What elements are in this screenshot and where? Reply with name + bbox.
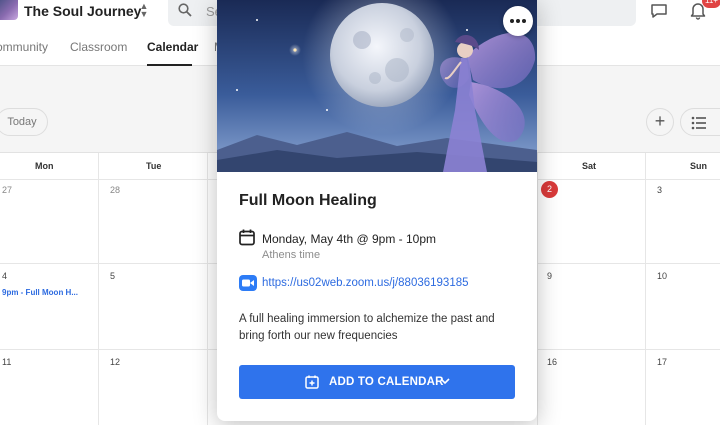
notification-badge: 11+ (702, 0, 720, 8)
day-cell-number[interactable]: 4 (2, 271, 7, 281)
day-header-mon: Mon (35, 161, 54, 171)
day-header-sun: Sun (690, 161, 707, 171)
grid-line (98, 153, 99, 425)
day-cell-number[interactable]: 17 (657, 357, 667, 367)
event-description: A full healing immersion to alchemize th… (239, 313, 495, 342)
list-view-button[interactable] (680, 108, 720, 136)
more-dots-icon (522, 19, 526, 23)
day-header-sat: Sat (582, 161, 597, 171)
tab-community[interactable]: ommunity (0, 40, 48, 54)
chevron-up-down-icon[interactable]: ▲ ▼ (138, 2, 150, 20)
day-cell-number[interactable]: 11 (2, 357, 11, 367)
calendar-event-chip[interactable]: 9pm - Full Moon H... (2, 288, 78, 297)
tab-calendar[interactable]: Calendar (147, 40, 198, 54)
day-cell-number[interactable]: 27 (2, 185, 12, 195)
tab-classroom[interactable]: Classroom (70, 40, 127, 54)
calendar-icon (239, 229, 255, 246)
add-to-calendar-label: ADD TO CALENDAR (329, 376, 444, 388)
day-header-tue: Tue (146, 161, 162, 171)
community-logo[interactable] (0, 0, 18, 20)
add-to-calendar-button[interactable]: ADD TO CALENDAR (239, 365, 515, 399)
chevron-down-icon[interactable] (440, 377, 450, 385)
zoom-video-icon (239, 275, 257, 291)
plus-icon: + (654, 111, 666, 131)
more-dots-icon (516, 19, 520, 23)
day-cell-number[interactable]: 12 (110, 357, 120, 367)
event-cover-image (217, 0, 537, 172)
list-icon (691, 116, 706, 130)
chat-icon[interactable] (650, 3, 668, 19)
today-badge[interactable]: 2 (541, 181, 558, 198)
more-dots-icon (510, 19, 514, 23)
meeting-link[interactable]: https://us02web.zoom.us/j/88036193185 (262, 277, 469, 289)
event-detail-modal: Full Moon Healing Monday, May 4th @ 9pm … (217, 0, 537, 421)
grid-line (645, 153, 646, 425)
calendar-plus-icon (305, 375, 319, 389)
day-cell-number[interactable]: 16 (547, 357, 557, 367)
event-timezone: Athens time (262, 249, 321, 261)
grid-line (537, 153, 538, 425)
day-cell-number[interactable]: 5 (110, 271, 115, 281)
active-tab-indicator (147, 64, 192, 66)
day-cell-number[interactable]: 3 (657, 185, 662, 195)
day-cell-number[interactable]: 9 (547, 271, 552, 281)
search-icon (178, 3, 192, 17)
community-title[interactable]: The Soul Journey (24, 3, 141, 19)
event-title: Full Moon Healing (239, 192, 377, 209)
more-options-button[interactable] (503, 6, 533, 36)
day-cell-number[interactable]: 10 (657, 271, 667, 281)
add-event-button[interactable]: + (646, 108, 674, 136)
day-cell-number[interactable]: 28 (110, 185, 120, 195)
today-button[interactable]: Today (0, 108, 48, 136)
event-datetime: Monday, May 4th @ 9pm - 10pm (262, 232, 437, 246)
grid-line (207, 153, 208, 425)
